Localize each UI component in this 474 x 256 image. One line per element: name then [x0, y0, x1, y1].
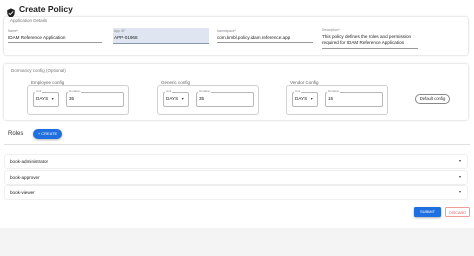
generic-unit-label: Unit [165, 89, 173, 93]
page-header: Create Policy [0, 0, 474, 18]
submit-button[interactable]: SUBMIT [414, 207, 441, 217]
namespace-field-underline [217, 42, 313, 43]
role-item-label: book-viewer [10, 190, 35, 195]
chevron-down-icon: ▼ [181, 96, 185, 101]
name-field-label: Name* [8, 29, 19, 33]
role-item-book-viewer[interactable]: book-viewer ▾ [5, 186, 467, 199]
role-item-label: book-administrator [10, 159, 49, 164]
role-item-label: book-approver [10, 175, 40, 180]
chevron-down-icon: ▼ [310, 96, 314, 101]
employee-unit-label: Unit [35, 89, 43, 93]
employee-duration-field[interactable] [66, 92, 124, 107]
default-config-button[interactable]: Default config [415, 94, 450, 104]
vendor-unit-label: Unit [294, 89, 302, 93]
application-details-card: Application Details Name* IDAM Reference… [4, 17, 468, 55]
description-field[interactable]: This policy defines the roles and permis… [322, 34, 411, 45]
vendor-duration-field[interactable] [325, 92, 383, 107]
employee-duration-label: Duration [68, 89, 82, 93]
application-details-label: Application Details [10, 18, 48, 23]
description-line-1: This policy defines the roles and permis… [322, 34, 412, 39]
discard-button[interactable]: DISCARD [445, 207, 470, 217]
vendor-duration-label: Duration [327, 89, 341, 93]
chevron-down-icon: ▾ [458, 174, 461, 179]
description-line-2: required for IDAM Reference Application [322, 39, 405, 45]
app-id-field-label: App ID* [114, 29, 126, 33]
chevron-down-icon: ▼ [51, 96, 55, 101]
generic-duration-field[interactable] [196, 92, 254, 107]
app-id-value: APP-01968 [114, 35, 138, 40]
generic-unit-value: DAYS [166, 96, 179, 101]
name-field-underline [8, 42, 102, 43]
employee-unit-value: DAYS [36, 96, 49, 101]
vendor-duration-value: 15 [328, 96, 334, 101]
create-role-button[interactable]: + CREATE [33, 129, 62, 139]
description-field-label: Description* [322, 28, 340, 32]
generic-duration-label: Duration [198, 89, 212, 93]
role-item-book-approver[interactable]: book-approver ▾ [5, 171, 467, 184]
page-title: Create Policy [19, 4, 73, 14]
dormancy-config-card: Dormancy config (Optional) Employee conf… [4, 64, 468, 120]
name-field[interactable]: IDAM Reference Application [8, 35, 65, 40]
employee-duration-value: 35 [69, 96, 75, 101]
role-item-book-administrator[interactable]: book-administrator ▾ [5, 155, 467, 168]
vendor-unit-value: DAYS [295, 96, 308, 101]
chevron-down-icon: ▾ [458, 158, 461, 163]
footer-area [0, 228, 474, 256]
dormancy-config-label: Dormancy config (Optional) [11, 68, 66, 73]
description-field-underline [322, 48, 418, 49]
shield-icon [6, 5, 16, 18]
roles-title: Roles [8, 131, 24, 137]
generic-duration-value: 35 [199, 96, 205, 101]
chevron-down-icon: ▾ [458, 189, 461, 194]
namespace-field-label: Namespace* [217, 29, 236, 33]
namespace-field[interactable]: com.kmbl.policy.idam.reference.app [217, 35, 290, 40]
roles-divider [4, 144, 470, 145]
